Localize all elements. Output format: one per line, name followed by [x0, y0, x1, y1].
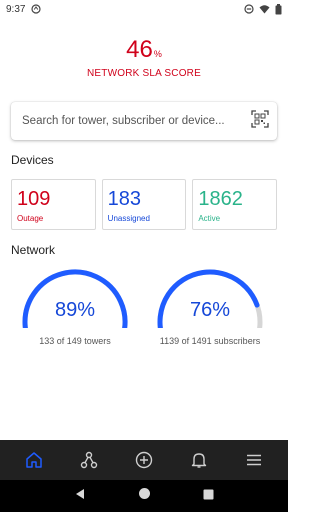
recents-icon[interactable] [203, 487, 214, 505]
bell-icon [191, 453, 207, 468]
device-card-active[interactable]: 1862 Active [192, 179, 278, 230]
nav-home[interactable] [14, 440, 54, 480]
add-circle-icon [135, 451, 153, 469]
device-card-label: Unassigned [107, 214, 150, 223]
device-card-unassigned[interactable]: 183 Unassigned [101, 179, 187, 230]
gauge-towers[interactable]: 89% 133 of 149 towers [15, 266, 135, 346]
network-icon [80, 451, 97, 469]
device-cards: 109 Outage 183 Unassigned 1862 Active [11, 179, 278, 230]
device-card-value: 1862 [198, 188, 243, 210]
device-card-label: Outage [17, 214, 44, 223]
status-time: 9:37 [6, 3, 26, 15]
device-card-label: Active [198, 214, 221, 223]
back-icon[interactable] [74, 487, 86, 505]
menu-icon [247, 454, 262, 466]
search-bar[interactable] [11, 102, 277, 140]
gauge-subscribers-percent: 76% [189, 299, 231, 321]
sla-score-unit: % [153, 49, 162, 59]
app-notification-icon [31, 4, 42, 14]
nav-menu[interactable] [234, 440, 274, 480]
bottom-navigation [0, 440, 288, 480]
do-not-disturb-icon [244, 4, 254, 14]
device-card-value: 183 [107, 188, 142, 210]
home-circle-icon[interactable] [138, 487, 151, 505]
qr-scan-icon[interactable] [251, 109, 269, 133]
nav-add[interactable] [124, 440, 164, 480]
nav-network[interactable] [69, 440, 109, 480]
gauge-subscribers[interactable]: 76% 1139 of 1491 subscribers [150, 266, 270, 346]
devices-section-title: Devices [11, 153, 54, 167]
battery-icon [275, 3, 282, 15]
sla-score-label: NETWORK SLA SCORE [87, 68, 201, 79]
status-bar: 9:37 [0, 0, 288, 18]
wifi-icon [259, 4, 270, 14]
gauge-towers-percent: 89% [54, 299, 96, 321]
sla-score-value: 46 [126, 36, 153, 63]
device-card-outage[interactable]: 109 Outage [11, 179, 96, 230]
nav-notifications[interactable] [179, 440, 219, 480]
home-icon [25, 452, 42, 468]
device-card-value: 109 [17, 188, 51, 210]
search-input[interactable] [22, 115, 242, 127]
gauge-towers-caption: 133 of 149 towers [39, 336, 111, 346]
network-section-title: Network [11, 243, 56, 257]
system-navigation-bar [0, 480, 288, 512]
network-sla-score: 46% NETWORK SLA SCORE [0, 36, 288, 79]
gauge-subscribers-caption: 1139 of 1491 subscribers [159, 336, 261, 346]
